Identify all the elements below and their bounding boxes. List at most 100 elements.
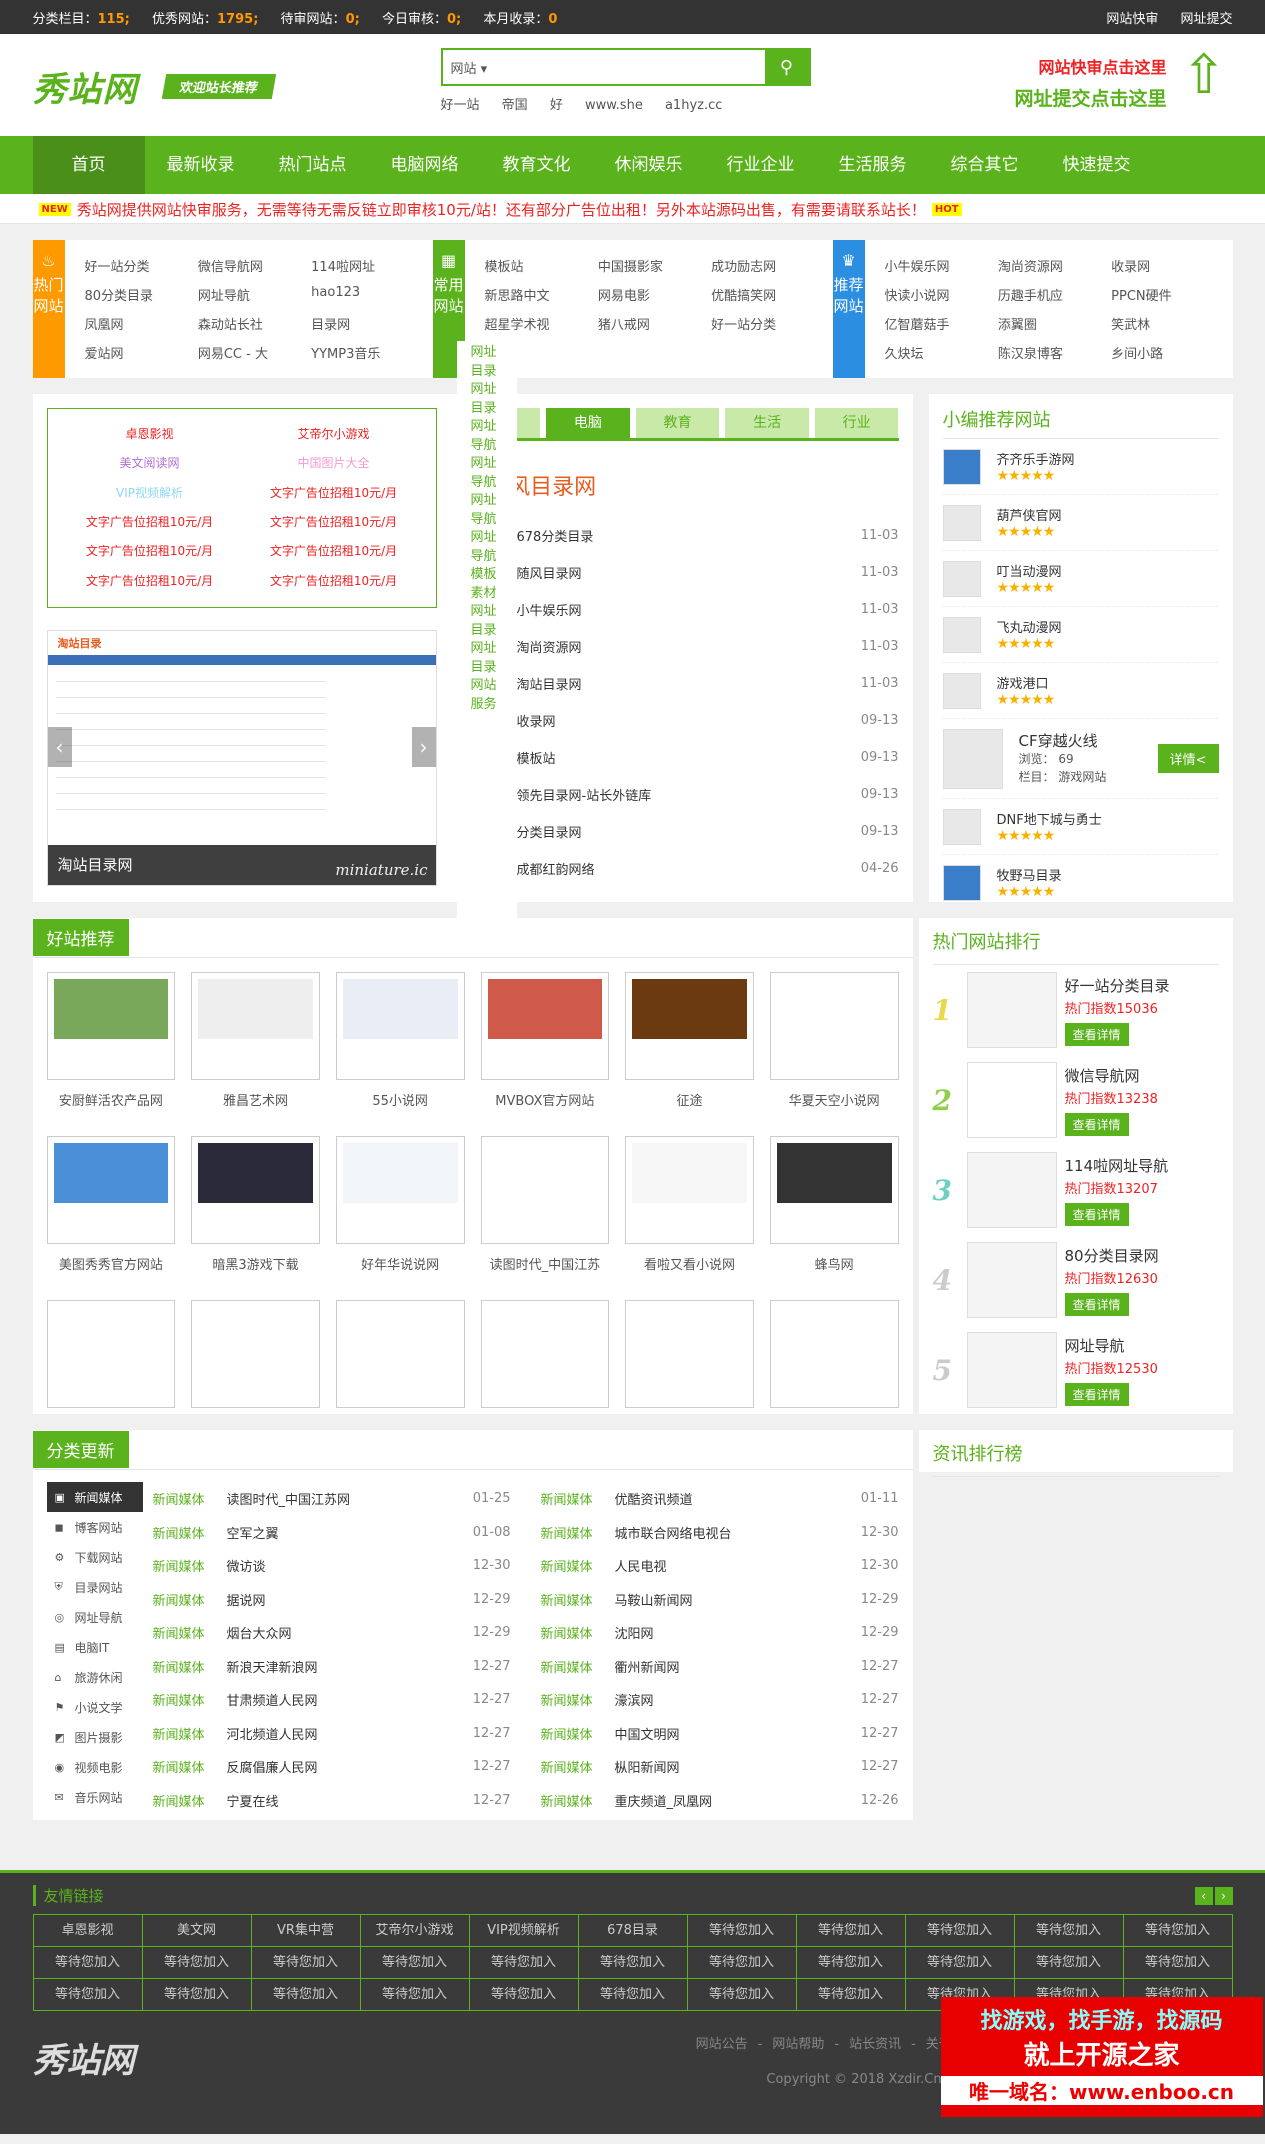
good-site-thumb[interactable] [769,972,899,1080]
category-row-cat[interactable]: 新闻媒体 [153,1690,227,1709]
category-row-title[interactable]: 空军之翼 [227,1523,473,1542]
image-slider[interactable]: 淘站目录 ‹ › 淘站目录网 miniature.ic [46,630,437,886]
text-ad[interactable]: 文字广告位招租10元/月 [58,572,242,591]
promo-submit[interactable]: 网址提交点击这里 [1014,84,1166,111]
category-row-cat[interactable]: 新闻媒体 [153,1724,227,1743]
quick-link[interactable]: 好一站分类 [85,256,198,275]
good-site-thumb[interactable] [191,1136,320,1244]
category-row-title[interactable]: 新浪天津新浪网 [227,1657,473,1676]
tab-industry[interactable]: 行业 [814,408,899,438]
news-title[interactable]: 成都红韵网络 [517,859,861,878]
category-row[interactable]: 新闻媒体 重庆频道_凤凰网 12-26 [541,1784,899,1818]
category-row-title[interactable]: 甘肃频道人民网 [227,1690,473,1709]
rank-thumb[interactable] [966,1062,1057,1138]
good-site-thumb[interactable] [46,972,176,1080]
search-type-select[interactable]: 网站 ▾ [443,50,493,84]
quick-link[interactable]: 中国摄影家 [598,256,711,275]
search-input[interactable] [492,50,765,84]
hot-word[interactable]: a1hyz.cc [665,98,722,113]
category-row-cat[interactable]: 新闻媒体 [541,1657,615,1676]
category-row-title[interactable]: 烟台大众网 [227,1623,473,1642]
category-row-title[interactable]: 微访谈 [227,1556,473,1575]
good-site[interactable]: 征途 [625,972,754,1136]
friend-link[interactable]: 678目录 [578,1915,688,1947]
details-button[interactable]: 详情< [1157,744,1219,773]
text-ad[interactable]: 中国图片大全 [242,454,426,473]
footer-link[interactable]: 站长资讯 [849,2037,901,2052]
quick-link[interactable]: 历趣手机应 [998,285,1111,304]
news-title[interactable]: 678分类目录 [517,526,861,545]
category-row[interactable]: 新闻媒体 中国文明网 12-27 [541,1717,899,1751]
quick-link[interactable]: 凤凰网 [85,314,198,333]
friend-link[interactable]: 等待您加入 [251,1979,361,2011]
news-item[interactable]: 网址目录 678分类目录 11-03 [456,340,899,731]
category-row[interactable]: 新闻媒体 反腐倡廉人民网 12-27 [153,1750,511,1784]
quick-link[interactable]: 模板站 [485,256,598,275]
logo[interactable]: 秀站网 欢迎站长推荐 [33,62,276,111]
category-row-title[interactable]: 枞阳新闻网 [615,1757,861,1776]
text-ad[interactable]: 文字广告位招租10元/月 [242,572,426,591]
quick-link[interactable]: hao123 [311,285,424,304]
friend-link[interactable]: 等待您加入 [687,1947,797,1979]
promo-banner[interactable]: 网站快审点击这里 网址提交点击这里 ⇧ [1014,48,1226,111]
category-menu-item[interactable]: ◼ 博客网站 [47,1512,143,1542]
hot-word[interactable]: 好一站 [441,98,480,113]
text-ad[interactable]: VIP视频解析 [58,484,242,503]
category-row[interactable]: 新闻媒体 优酷资讯频道 01-11 [541,1482,899,1516]
good-site-thumb[interactable] [335,1300,465,1408]
category-row[interactable]: 新闻媒体 烟台大众网 12-29 [153,1616,511,1650]
category-row-cat[interactable]: 新闻媒体 [153,1657,227,1676]
good-site-name[interactable]: 雅昌艺术网 [191,1090,320,1109]
nav-life[interactable]: 生活服务 [817,136,929,194]
good-site-thumb[interactable] [625,1136,754,1244]
category-row[interactable]: 新闻媒体 马鞍山新闻网 12-29 [541,1583,899,1617]
quick-link[interactable]: 成功励志网 [711,256,824,275]
good-site-thumb[interactable] [335,1136,465,1244]
rank-item[interactable]: 2 微信导航网 热门指数13238 查看详情 [933,1055,1219,1145]
category-row[interactable]: 新闻媒体 宁夏在线 12-27 [153,1784,511,1818]
friend-link[interactable]: 等待您加入 [687,1979,797,2011]
footer-link[interactable]: 网站帮助 [772,2037,824,2052]
category-row[interactable]: 新闻媒体 新浪天津新浪网 12-27 [153,1650,511,1684]
friend-link[interactable]: 等待您加入 [1014,1915,1124,1947]
good-site-thumb[interactable] [769,1136,899,1244]
quick-link[interactable]: 优酷搞笑网 [711,285,824,304]
rank-name[interactable]: 80分类目录网 [1065,1245,1159,1266]
category-menu-item[interactable]: ◎ 网址导航 [47,1602,143,1632]
quick-link[interactable]: 收录网 [1111,256,1224,275]
friend-link[interactable]: 等待您加入 [142,1979,252,2011]
prev-arrow-icon[interactable]: ‹ [1194,1886,1213,1905]
quick-link[interactable]: 笑武林 [1111,314,1224,333]
friend-link[interactable]: 美文网 [142,1915,252,1947]
next-arrow-icon[interactable]: › [1214,1886,1233,1905]
friend-link[interactable]: 等待您加入 [142,1947,252,1979]
category-row-cat[interactable]: 新闻媒体 [153,1523,227,1542]
category-row-cat[interactable]: 新闻媒体 [541,1523,615,1542]
category-row-title[interactable]: 河北频道人民网 [227,1724,473,1743]
quick-link[interactable]: 猪八戒网 [598,314,711,333]
quick-link[interactable]: 陈汉泉博客 [998,343,1111,362]
friend-link[interactable]: 等待您加入 [1014,1947,1124,1979]
news-item[interactable]: 网站服务 成都红韵网络 04-26 [456,673,899,1064]
category-row-title[interactable]: 重庆频道_凤凰网 [615,1791,861,1810]
news-title[interactable]: 随风目录网 [517,563,861,582]
good-site-thumb[interactable] [769,1300,899,1408]
hot-word[interactable]: www.she [585,98,643,113]
category-row-cat[interactable]: 新闻媒体 [153,1623,227,1642]
good-site[interactable]: MVBOX官方网站 [480,972,610,1136]
rank-thumb[interactable] [966,1242,1057,1318]
quick-link[interactable]: 快读小说网 [885,285,998,304]
corner-ad[interactable]: 找游戏，找手游，找源码 就上开源之家 唯一域名：www.enboo.cn [940,1997,1263,2117]
category-menu-item[interactable]: ⚑ 小说文学 [47,1692,143,1722]
news-title[interactable]: 分类目录网 [517,822,861,841]
rank-name[interactable]: 网址导航 [1065,1335,1158,1356]
news-title[interactable]: 小牛娱乐网 [517,600,861,619]
rank-thumb[interactable] [966,1152,1057,1228]
friend-link[interactable]: 等待您加入 [360,1979,470,2011]
good-site-thumb[interactable] [625,972,754,1080]
news-item[interactable]: 网址目录 分类目录网 09-13 [456,636,899,1027]
recommend-name[interactable]: 游戏港口 [997,673,1055,692]
nav-latest[interactable]: 最新收录 [145,136,257,194]
news-item[interactable]: 网址导航 收录网 09-13 [456,525,899,916]
good-site-thumb[interactable] [480,1300,610,1408]
